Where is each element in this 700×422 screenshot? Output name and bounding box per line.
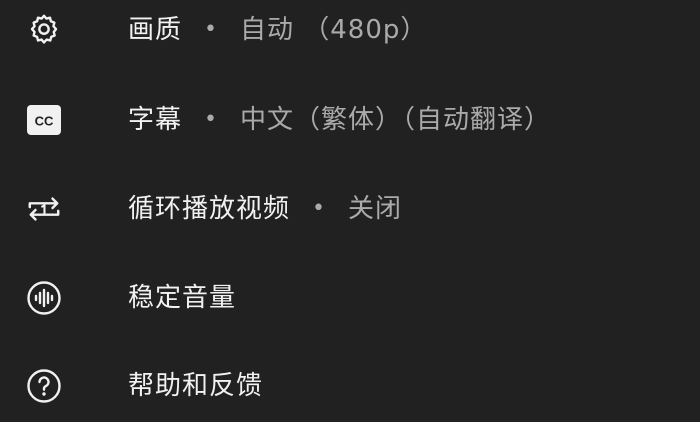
menu-item-text: 稳定音量 <box>128 285 236 311</box>
menu-item-text: 字幕 • 中文（繁体）（自动翻译） <box>128 107 551 133</box>
stable-volume-icon <box>26 280 62 316</box>
menu-item-separator: • <box>204 107 218 132</box>
help-circle-icon <box>26 368 62 404</box>
menu-item-text: 循环播放视频 • 关闭 <box>128 196 402 222</box>
menu-item-quality[interactable]: 画质 • 自动 （480p） <box>0 0 700 74</box>
svg-text:CC: CC <box>35 114 54 129</box>
menu-item-help-feedback[interactable]: 帮助和反馈 <box>0 342 700 422</box>
menu-item-label: 帮助和反馈 <box>128 371 264 401</box>
menu-item-value: 自动 （480p） <box>240 15 428 45</box>
menu-item-value: 中文（繁体）（自动翻译） <box>240 105 552 135</box>
menu-item-label: 字幕 <box>128 105 183 135</box>
menu-item-label: 循环播放视频 <box>128 194 291 224</box>
closed-captions-icon: CC <box>26 102 62 138</box>
menu-item-text: 画质 • 自动 （480p） <box>128 17 427 43</box>
menu-item-separator: • <box>312 196 326 221</box>
gear-icon <box>26 12 62 48</box>
repeat-one-icon <box>26 191 62 227</box>
settings-menu: 画质 • 自动 （480p） CC 字幕 • 中文（繁体）（自动翻译） 循环播放… <box>0 0 700 422</box>
menu-item-value: 关闭 <box>348 194 403 224</box>
menu-item-stable-volume[interactable]: 稳定音量 <box>0 254 700 342</box>
menu-item-separator: • <box>204 17 218 42</box>
menu-item-loop-video[interactable]: 循环播放视频 • 关闭 <box>0 165 700 253</box>
menu-item-label: 画质 <box>128 15 183 45</box>
menu-item-text: 帮助和反馈 <box>128 373 263 399</box>
menu-item-subtitles[interactable]: CC 字幕 • 中文（繁体）（自动翻译） <box>0 76 700 164</box>
menu-item-label: 稳定音量 <box>128 283 237 313</box>
